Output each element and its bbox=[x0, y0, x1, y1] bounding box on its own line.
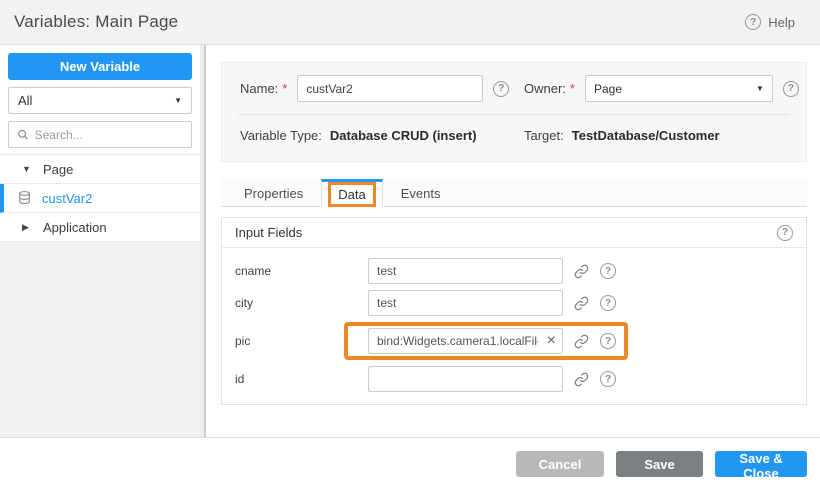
tree-node-application-label: Application bbox=[43, 220, 107, 235]
field-row-city: city ? bbox=[222, 290, 806, 316]
owner-dropdown[interactable]: Page ▼ bbox=[585, 75, 773, 102]
bind-link-icon[interactable] bbox=[574, 334, 589, 349]
tree-node-application[interactable]: ▶ Application bbox=[0, 213, 200, 242]
field-row-id: id ? bbox=[222, 366, 806, 392]
main-panel: Name: * ? Owner: * Page ▼ ? bbox=[206, 45, 820, 437]
required-asterisk: * bbox=[282, 81, 287, 96]
field-row-pic: pic × ? bbox=[222, 322, 806, 360]
save-close-button[interactable]: Save & Close bbox=[715, 451, 807, 477]
sidebar: New Variable All ▼ ▼ Page custVar2 bbox=[0, 45, 200, 437]
help-label: Help bbox=[768, 15, 795, 30]
variable-tree: ▼ Page custVar2 ▶ Application bbox=[0, 154, 200, 437]
help-icon: ? bbox=[745, 14, 761, 30]
field-help-icon[interactable]: ? bbox=[600, 333, 616, 349]
tab-properties[interactable]: Properties bbox=[226, 178, 321, 206]
owner-label: Owner: bbox=[524, 81, 566, 96]
tree-node-page-label: Page bbox=[43, 162, 73, 177]
bind-link-icon[interactable] bbox=[574, 264, 589, 279]
field-label: id bbox=[235, 372, 368, 386]
tab-events[interactable]: Events bbox=[383, 178, 459, 206]
search-input[interactable] bbox=[35, 128, 183, 142]
cancel-button[interactable]: Cancel bbox=[516, 451, 604, 477]
required-asterisk: * bbox=[570, 81, 575, 96]
database-variable-icon bbox=[18, 191, 31, 205]
field-help-icon[interactable]: ? bbox=[600, 263, 616, 279]
search-icon bbox=[17, 128, 29, 141]
sidebar-filler bbox=[0, 242, 200, 437]
input-fields-rows: cname ? city bbox=[222, 248, 806, 404]
input-fields-title: Input Fields bbox=[235, 225, 302, 240]
tab-properties-label: Properties bbox=[244, 186, 303, 201]
input-fields-panel: Input Fields ? cname ? bbox=[221, 217, 807, 405]
target-label: Target: bbox=[524, 128, 564, 143]
tab-bar: Properties Data Events bbox=[221, 178, 807, 207]
owner-help-icon[interactable]: ? bbox=[783, 81, 799, 97]
filter-dropdown-value: All bbox=[18, 93, 32, 108]
input-fields-help-icon[interactable]: ? bbox=[777, 225, 793, 241]
field-row-cname: cname ? bbox=[222, 258, 806, 284]
page-title: Variables: Main Page bbox=[14, 12, 178, 32]
tab-events-label: Events bbox=[401, 186, 441, 201]
annotation-highlight-box: × ? bbox=[344, 322, 628, 360]
city-input[interactable] bbox=[368, 290, 563, 316]
expand-icon: ▶ bbox=[22, 222, 32, 233]
tab-data-label: Data bbox=[338, 187, 365, 202]
chevron-down-icon: ▼ bbox=[174, 96, 182, 105]
owner-dropdown-value: Page bbox=[594, 82, 622, 96]
bind-link-icon[interactable] bbox=[574, 296, 589, 311]
target-value: TestDatabase/Customer bbox=[572, 128, 720, 143]
field-label: cname bbox=[235, 264, 368, 278]
variable-info-panel: Name: * ? Owner: * Page ▼ ? bbox=[221, 62, 807, 162]
save-button[interactable]: Save bbox=[616, 451, 703, 477]
tree-node-custvar2[interactable]: custVar2 bbox=[0, 184, 200, 213]
variable-type-label: Variable Type: bbox=[240, 128, 322, 143]
id-input[interactable] bbox=[368, 366, 563, 392]
new-variable-button[interactable]: New Variable bbox=[8, 53, 192, 80]
tree-node-page[interactable]: ▼ Page bbox=[0, 155, 200, 184]
variable-type-value: Database CRUD (insert) bbox=[330, 128, 477, 143]
pic-input[interactable] bbox=[368, 328, 563, 354]
name-help-icon[interactable]: ? bbox=[493, 81, 509, 97]
help-button[interactable]: ? Help bbox=[745, 14, 795, 30]
name-input[interactable] bbox=[297, 75, 483, 102]
dialog-body: New Variable All ▼ ▼ Page custVar2 bbox=[0, 45, 820, 437]
search-box[interactable] bbox=[8, 121, 192, 148]
collapse-icon: ▼ bbox=[22, 164, 32, 174]
bind-link-icon[interactable] bbox=[574, 372, 589, 387]
input-fields-header: Input Fields ? bbox=[222, 218, 806, 248]
panel-divider bbox=[238, 114, 790, 115]
field-label: city bbox=[235, 296, 368, 310]
clear-icon[interactable]: × bbox=[547, 333, 556, 349]
field-help-icon[interactable]: ? bbox=[600, 295, 616, 311]
dialog-header: Variables: Main Page ? Help bbox=[0, 0, 820, 45]
filter-dropdown[interactable]: All ▼ bbox=[8, 87, 192, 114]
annotation-highlight-box: Data bbox=[328, 182, 375, 207]
dialog-footer: Cancel Save Save & Close bbox=[0, 437, 820, 490]
cname-input[interactable] bbox=[368, 258, 563, 284]
field-help-icon[interactable]: ? bbox=[600, 371, 616, 387]
variables-dialog: Variables: Main Page ? Help New Variable… bbox=[0, 0, 820, 490]
tree-node-custvar2-label: custVar2 bbox=[42, 191, 92, 206]
chevron-down-icon: ▼ bbox=[756, 84, 764, 93]
name-label: Name: bbox=[240, 81, 278, 96]
tab-data[interactable]: Data bbox=[321, 179, 382, 207]
